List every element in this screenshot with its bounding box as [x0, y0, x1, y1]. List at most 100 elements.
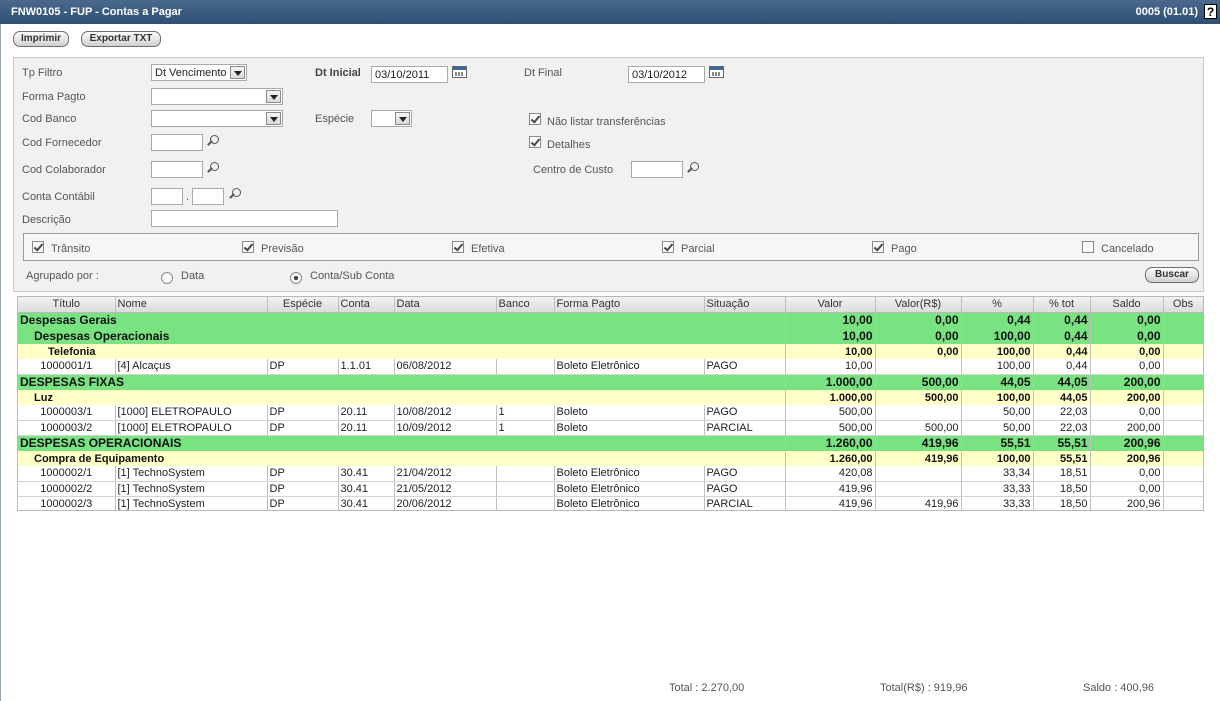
cell-name: DESPESAS OPERACIONAIS	[18, 435, 786, 451]
cell-conta: 30.41	[338, 481, 395, 497]
export-txt-button[interactable]: Exportar TXT	[81, 31, 161, 47]
descricao-input[interactable]	[151, 210, 338, 227]
conta-contabil-input-1[interactable]	[151, 188, 183, 205]
table-row[interactable]: 1000002/3 [1] TechnoSystem DP 30.41 20/06/20…	[18, 496, 1203, 510]
cell-data: 21/05/2012	[394, 481, 497, 497]
cell-saldo: 0,00	[1090, 344, 1164, 359]
search-icon[interactable]	[206, 135, 219, 149]
status-check-parcial[interactable]	[662, 241, 674, 253]
column-header[interactable]: Obs	[1163, 297, 1203, 313]
column-header[interactable]: Banco	[496, 297, 555, 313]
chevron-down-icon[interactable]	[230, 66, 245, 79]
status-check-efetiva[interactable]	[452, 241, 464, 253]
table-row[interactable]: 1000002/1 [1] TechnoSystem DP 30.41 21/04/20…	[18, 466, 1203, 482]
conta-contabil-input-2[interactable]	[192, 188, 224, 205]
cell-titulo: 1000003/2	[18, 420, 116, 436]
column-header[interactable]: Nome	[115, 297, 268, 313]
cell-valor: 1.000,00	[785, 374, 876, 390]
group-radio-conta[interactable]	[290, 272, 302, 284]
detalhes-checkbox[interactable]	[529, 136, 541, 148]
search-icon[interactable]	[686, 162, 699, 176]
group-row[interactable]: DESPESAS FIXAS 1.000,00 500,00 44,05 44,05 20…	[18, 374, 1203, 390]
nao-listar-checkbox[interactable]	[529, 113, 541, 125]
column-header[interactable]: % tot	[1033, 297, 1091, 313]
table-row[interactable]: 1000003/1 [1000] ELETROPAULO DP 20.11 10/08/…	[18, 405, 1203, 421]
dt-final-input[interactable]: 03/10/2012	[628, 66, 705, 83]
column-header[interactable]: Conta	[338, 297, 395, 313]
cell-conta: 30.41	[338, 466, 395, 482]
group-row[interactable]: Despesas Gerais 10,00 0,00 0,44 0,44 0,00	[18, 312, 1203, 328]
column-header[interactable]: Data	[394, 297, 497, 313]
nao-listar-label: Não listar transferências	[547, 116, 666, 128]
table-row[interactable]: 1000001/1 [4] Alcaçus DP 1.1.01 06/08/2012 Bo…	[18, 359, 1203, 375]
cell-pct-tot: 18,50	[1033, 481, 1091, 497]
cell-obs	[1163, 420, 1203, 436]
status-check-previsao[interactable]	[242, 241, 254, 253]
calendar-icon[interactable]	[452, 66, 467, 78]
search-icon[interactable]	[228, 188, 241, 202]
cell-obs	[1163, 390, 1203, 405]
group-row[interactable]: Despesas Operacionais 10,00 0,00 100,00 0,44…	[18, 328, 1203, 344]
cod-banco-select[interactable]	[151, 110, 283, 127]
column-header[interactable]: %	[961, 297, 1034, 313]
status-label-previsao: Previsão	[261, 243, 304, 255]
cell-especie: DP	[267, 466, 339, 482]
column-header[interactable]: Forma Pagto	[554, 297, 705, 313]
column-header[interactable]: Valor	[785, 297, 876, 313]
cell-obs	[1163, 312, 1203, 328]
cell-obs	[1163, 344, 1203, 359]
calendar-icon[interactable]	[709, 66, 724, 78]
group-row[interactable]: Compra de Equipamento 1.260,00 419,96 100,0…	[18, 451, 1203, 466]
search-icon[interactable]	[206, 162, 219, 176]
table-row[interactable]: 1000003/2 [1000] ELETROPAULO DP 20.11 10/09/…	[18, 420, 1203, 436]
cell-name: Luz	[18, 390, 786, 405]
search-button[interactable]: Buscar	[1145, 267, 1199, 283]
table-row[interactable]: 1000002/2 [1] TechnoSystem DP 30.41 21/05/20…	[18, 481, 1203, 497]
cell-obs	[1163, 405, 1203, 421]
column-header[interactable]: Situação	[704, 297, 786, 313]
centro-custo-label: Centro de Custo	[533, 164, 614, 176]
cod-fornecedor-input[interactable]	[151, 134, 203, 151]
cell-pct-tot: 44,05	[1033, 374, 1091, 390]
cell-saldo: 200,96	[1090, 435, 1164, 451]
cell-nome: [4] Alcaçus	[115, 359, 268, 375]
status-check-transito[interactable]	[32, 241, 44, 253]
column-header[interactable]: Espécie	[267, 297, 339, 313]
cod-colaborador-input[interactable]	[151, 161, 203, 178]
chevron-down-icon[interactable]	[266, 90, 281, 103]
forma-pagto-select[interactable]	[151, 88, 283, 105]
cell-titulo: 1000003/1	[18, 405, 116, 421]
chevron-down-icon[interactable]	[395, 112, 410, 125]
cell-titulo: 1000002/2	[18, 481, 116, 497]
print-button[interactable]: Imprimir	[13, 31, 69, 47]
group-row[interactable]: DESPESAS OPERACIONAIS 1.260,00 419,96 55,51…	[18, 435, 1203, 451]
cell-pct: 33,34	[961, 466, 1034, 482]
group-row[interactable]: Telefonia 10,00 0,00 100,00 0,44 0,00	[18, 344, 1203, 359]
cell-especie: DP	[267, 496, 339, 510]
total-rs-label: Total(R$) : 919,96	[880, 682, 968, 694]
status-check-cancelado[interactable]	[1082, 241, 1094, 253]
cell-pct: 100,00	[961, 359, 1034, 375]
cell-obs	[1163, 374, 1203, 390]
centro-custo-input[interactable]	[631, 161, 683, 178]
dt-inicial-input[interactable]: 03/10/2011	[371, 66, 448, 83]
help-icon[interactable]: ?	[1204, 4, 1217, 19]
cell-name: Despesas Operacionais	[18, 328, 786, 344]
especie-select[interactable]	[371, 110, 412, 127]
cell-nome: [1] TechnoSystem	[115, 496, 268, 510]
chevron-down-icon[interactable]	[266, 112, 281, 125]
group-row[interactable]: Luz 1.000,00 500,00 100,00 44,05 200,00	[18, 390, 1203, 405]
cell-valor-rs: 419,96	[875, 451, 962, 466]
column-header[interactable]: Saldo	[1090, 297, 1164, 313]
cell-data: 10/08/2012	[394, 405, 497, 421]
tp-filtro-select[interactable]: Dt Vencimento	[151, 64, 247, 81]
cell-banco: 1	[496, 405, 555, 421]
column-header[interactable]: Valor(R$)	[875, 297, 962, 313]
cell-valor-rs: 500,00	[875, 420, 962, 436]
cell-banco	[496, 496, 555, 510]
status-check-pago[interactable]	[872, 241, 884, 253]
group-radio-data[interactable]	[161, 272, 173, 284]
cell-pct: 44,05	[961, 374, 1034, 390]
cell-valor: 419,96	[785, 496, 876, 510]
column-header[interactable]: Título	[18, 297, 116, 313]
